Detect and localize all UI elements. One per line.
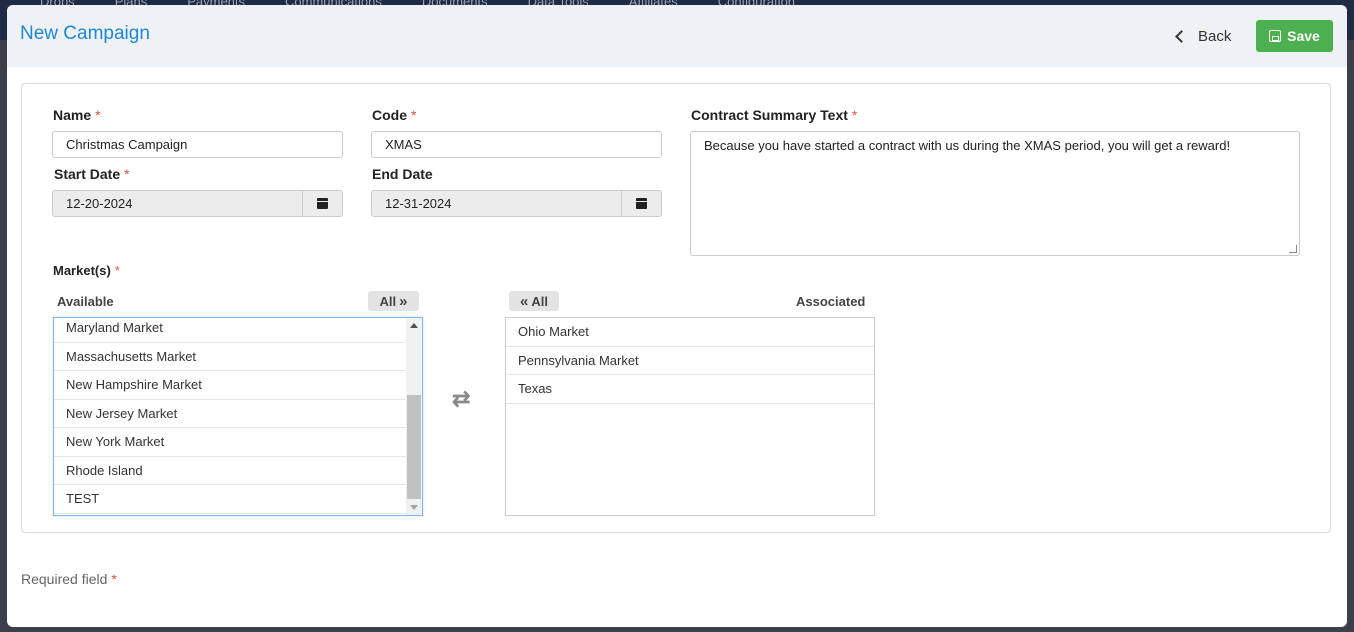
name-label-text: Name xyxy=(53,107,92,123)
list-item[interactable]: Texas xyxy=(506,375,874,404)
back-button[interactable]: Back xyxy=(1175,20,1232,52)
calendar-icon xyxy=(317,198,328,209)
associated-markets-list[interactable]: Ohio Market Pennsylvania Market Texas xyxy=(505,317,875,516)
new-campaign-modal: New Campaign Back Save Name * Christmas C… xyxy=(7,5,1347,627)
resize-grip-icon[interactable] xyxy=(1289,245,1297,253)
add-all-button[interactable]: All » xyxy=(368,291,419,311)
required-asterisk: * xyxy=(111,571,117,587)
required-field-text: Required field xyxy=(21,571,108,587)
scroll-thumb[interactable] xyxy=(407,395,421,499)
available-label: Available xyxy=(57,294,114,309)
remove-all-label: All xyxy=(531,293,548,309)
swap-arrows-icon: ⇄ xyxy=(452,386,471,411)
calendar-icon xyxy=(636,198,647,209)
start-date-value: 12-20-2024 xyxy=(66,196,133,211)
scroll-down-arrow-icon[interactable] xyxy=(410,505,418,510)
start-date-input[interactable]: 12-20-2024 xyxy=(52,190,343,217)
list-item[interactable]: Massachusetts Market xyxy=(54,343,422,371)
summary-label: Contract Summary Text * xyxy=(691,107,857,123)
associated-label: Associated xyxy=(796,294,866,309)
required-field-note: Required field * xyxy=(21,571,117,587)
save-button[interactable]: Save xyxy=(1256,20,1333,52)
required-asterisk: * xyxy=(114,263,120,278)
required-asterisk: * xyxy=(95,107,101,123)
summary-textarea[interactable]: Because you have started a contract with… xyxy=(690,131,1300,256)
list-item[interactable]: New Jersey Market xyxy=(54,400,422,428)
modal-header: New Campaign Back Save xyxy=(7,5,1347,67)
list-item[interactable]: New York Market xyxy=(54,428,422,457)
modal-title: New Campaign xyxy=(20,23,150,44)
chevron-left-icon xyxy=(1175,29,1188,43)
campaign-form-card: Name * Christmas Campaign Code * XMAS Cont… xyxy=(21,83,1331,533)
start-date-label-text: Start Date xyxy=(54,166,121,182)
floppy-disk-icon xyxy=(1269,30,1282,42)
end-date-value: 12-31-2024 xyxy=(385,196,452,211)
available-markets-list[interactable]: Maryland Market Massachusetts Market New… xyxy=(53,317,423,516)
summary-text: Because you have started a contract with… xyxy=(704,138,1231,153)
list-item[interactable]: Pennsylvania Market xyxy=(506,347,874,375)
markets-label: Market(s) * xyxy=(53,263,120,278)
add-all-label: All xyxy=(379,293,397,309)
double-chevron-left-icon: « xyxy=(520,292,529,310)
code-label: Code * xyxy=(372,107,416,123)
end-date-input[interactable]: 12-31-2024 xyxy=(371,190,662,217)
required-asterisk: * xyxy=(411,107,417,123)
remove-all-button[interactable]: « All xyxy=(509,291,559,311)
required-asterisk: * xyxy=(124,166,130,182)
scroll-up-arrow-icon[interactable] xyxy=(410,323,418,328)
start-date-label: Start Date * xyxy=(54,166,130,182)
double-chevron-right-icon: » xyxy=(399,292,408,310)
name-label: Name * xyxy=(53,107,101,123)
code-label-text: Code xyxy=(372,107,407,123)
name-input[interactable]: Christmas Campaign xyxy=(52,131,343,158)
available-list-items: Maryland Market Massachusetts Market New… xyxy=(54,318,422,514)
end-date-label: End Date xyxy=(372,166,433,182)
list-item[interactable]: TEST xyxy=(54,485,422,514)
markets-label-text: Market(s) xyxy=(53,263,111,278)
end-date-picker-button[interactable] xyxy=(621,191,661,216)
save-button-label: Save xyxy=(1287,28,1320,44)
list-item[interactable]: Maryland Market xyxy=(54,318,422,343)
list-item[interactable]: Rhode Island xyxy=(54,457,422,485)
start-date-picker-button[interactable] xyxy=(302,191,342,216)
required-asterisk: * xyxy=(851,107,858,123)
summary-label-text: Contract Summary Text xyxy=(691,107,848,123)
list-item[interactable]: New Hampshire Market xyxy=(54,371,422,400)
available-list-scrollbar[interactable] xyxy=(406,318,422,515)
list-item[interactable]: Ohio Market xyxy=(506,318,874,347)
back-button-label: Back xyxy=(1198,27,1232,45)
code-input[interactable]: XMAS xyxy=(371,131,662,158)
